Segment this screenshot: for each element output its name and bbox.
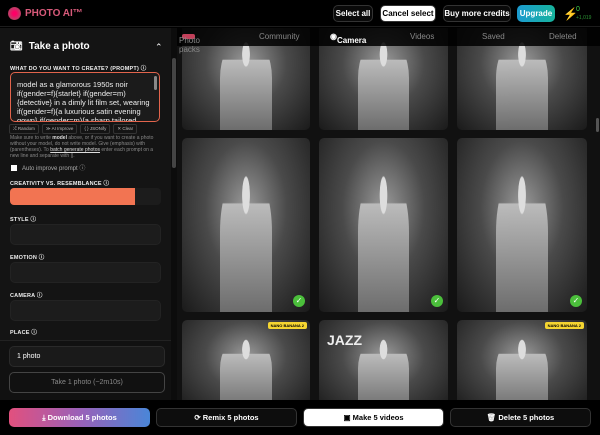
emotion-select[interactable] xyxy=(10,262,161,283)
check-icon[interactable]: ✓ xyxy=(570,295,582,307)
checkbox[interactable] xyxy=(11,164,17,171)
take-photo-header[interactable]: 📷︎ Take a photo xyxy=(10,41,90,52)
cancel-select-button[interactable]: Cancel select xyxy=(380,5,436,22)
camera-icon: 📷︎ xyxy=(10,41,23,52)
tab-deleted[interactable]: Deleted xyxy=(549,32,577,41)
sidebar: 📷︎ Take a photo ⌃ WHAT DO YOU WANT TO CRE… xyxy=(0,28,171,400)
style-select[interactable] xyxy=(10,224,161,245)
logo-text: PHOTO AI™ xyxy=(25,8,83,19)
tab-camera[interactable]: ◉ Camera xyxy=(330,32,366,45)
creativity-slider[interactable] xyxy=(10,188,161,205)
tab-bar: Photo packs Community ◉ Camera Videos Sa… xyxy=(177,28,600,54)
photo-card-selected[interactable]: ✓ xyxy=(182,138,310,312)
credit-sub: +1,019 xyxy=(576,15,592,21)
photo-figure xyxy=(496,40,548,130)
make-videos-button[interactable]: ▣ Make 5 videos xyxy=(303,408,444,427)
prompt-input[interactable]: model as a glamorous 1950s noir if(gende… xyxy=(10,72,160,122)
logo-icon xyxy=(8,7,21,20)
sidebar-footer: 1 photo Take 1 photo (~2m10s) xyxy=(0,340,171,400)
photo-figure xyxy=(220,338,272,400)
clear-button[interactable]: ✕ Clear xyxy=(113,124,138,134)
camera-select[interactable] xyxy=(10,300,161,321)
photo-card[interactable]: NANO BANANA 2 xyxy=(457,320,587,400)
photo-card-selected[interactable]: ✓ xyxy=(457,138,587,312)
photo-figure xyxy=(357,40,410,130)
remix-button[interactable]: ⟳ Remix 5 photos xyxy=(156,408,297,427)
random-button[interactable]: ⤮ Random xyxy=(9,124,39,134)
sidebar-title: Take a photo xyxy=(28,41,90,52)
place-label: PLACE ⓘ xyxy=(10,330,38,336)
tab-photo-packs[interactable]: Photo packs xyxy=(179,32,200,54)
auto-improve-checkbox[interactable]: Auto improve prompt ⓘ xyxy=(11,163,85,172)
photo-figure xyxy=(357,172,410,312)
ai-improve-button[interactable]: ≫ AI Improve xyxy=(41,124,78,134)
tab-videos[interactable]: Videos xyxy=(410,32,434,41)
check-icon[interactable]: ✓ xyxy=(431,295,443,307)
tab-community[interactable]: Community xyxy=(259,32,299,41)
take-photo-button[interactable]: Take 1 photo (~2m10s) xyxy=(9,372,165,393)
photo-figure xyxy=(357,338,410,400)
tab-saved[interactable]: Saved xyxy=(482,32,505,41)
auto-improve-label: Auto improve prompt ⓘ xyxy=(22,166,86,172)
gallery: Photo packs Community ◉ Camera Videos Sa… xyxy=(177,28,600,400)
photo-figure xyxy=(220,40,272,130)
creativity-label: CREATIVITY VS. RESEMBLANCE ⓘ xyxy=(10,181,110,187)
prompt-help: Make sure to write model above, or if yo… xyxy=(10,135,162,159)
model-badge: NANO BANANA 2 xyxy=(544,322,584,329)
jsonify-button[interactable]: { } JSONify xyxy=(80,124,111,134)
credit-count: 0 xyxy=(576,6,580,13)
download-button[interactable]: ⤓ Download 5 photos xyxy=(9,408,150,427)
camera-label: CAMERA ⓘ xyxy=(10,293,43,299)
check-icon[interactable]: ✓ xyxy=(293,295,305,307)
chevron-up-icon[interactable]: ⌃ xyxy=(155,42,163,53)
scrollbar-thumb[interactable] xyxy=(172,58,176,168)
prompt-text: model as a glamorous 1950s noir if(gende… xyxy=(17,80,150,122)
slider-fill xyxy=(10,188,136,205)
photo-card[interactable]: NANO BANANA 2 xyxy=(182,320,310,400)
top-bar: PHOTO AI™ Select all Cancel select Buy m… xyxy=(0,0,600,27)
prompt-tools: ⤮ Random ≫ AI Improve { } JSONify ✕ Clea… xyxy=(9,124,138,134)
photo-figure xyxy=(496,172,548,312)
select-all-button[interactable]: Select all xyxy=(333,5,373,22)
photo-count-select[interactable]: 1 photo xyxy=(9,346,165,367)
gallery-scrollbar[interactable] xyxy=(596,118,599,132)
tab-label: Photo packs xyxy=(179,36,200,54)
model-badge: NANO BANANA 2 xyxy=(267,322,307,329)
logo[interactable]: PHOTO AI™ xyxy=(8,7,83,20)
emotion-label: EMOTION ⓘ xyxy=(10,255,45,261)
style-label: STYLE ⓘ xyxy=(10,217,37,223)
delete-button[interactable]: 🗑 Delete 5 photos xyxy=(450,408,591,427)
prompt-scrollbar[interactable] xyxy=(154,76,157,90)
photo-figure xyxy=(496,338,548,400)
upgrade-button[interactable]: Upgrade xyxy=(517,5,555,22)
jazz-sign: JAZZ xyxy=(327,332,362,348)
prompt-label: WHAT DO YOU WANT TO CREATE? (PROMPT) ⓘ xyxy=(10,66,147,72)
buy-credits-button[interactable]: Buy more credits xyxy=(443,5,511,22)
photo-card[interactable]: JAZZ xyxy=(319,320,448,400)
tab-label: Camera xyxy=(336,36,367,45)
photo-figure xyxy=(220,172,272,312)
photo-card-selected[interactable]: ✓ xyxy=(319,138,448,312)
credits: 0 +1,019 xyxy=(576,6,591,22)
